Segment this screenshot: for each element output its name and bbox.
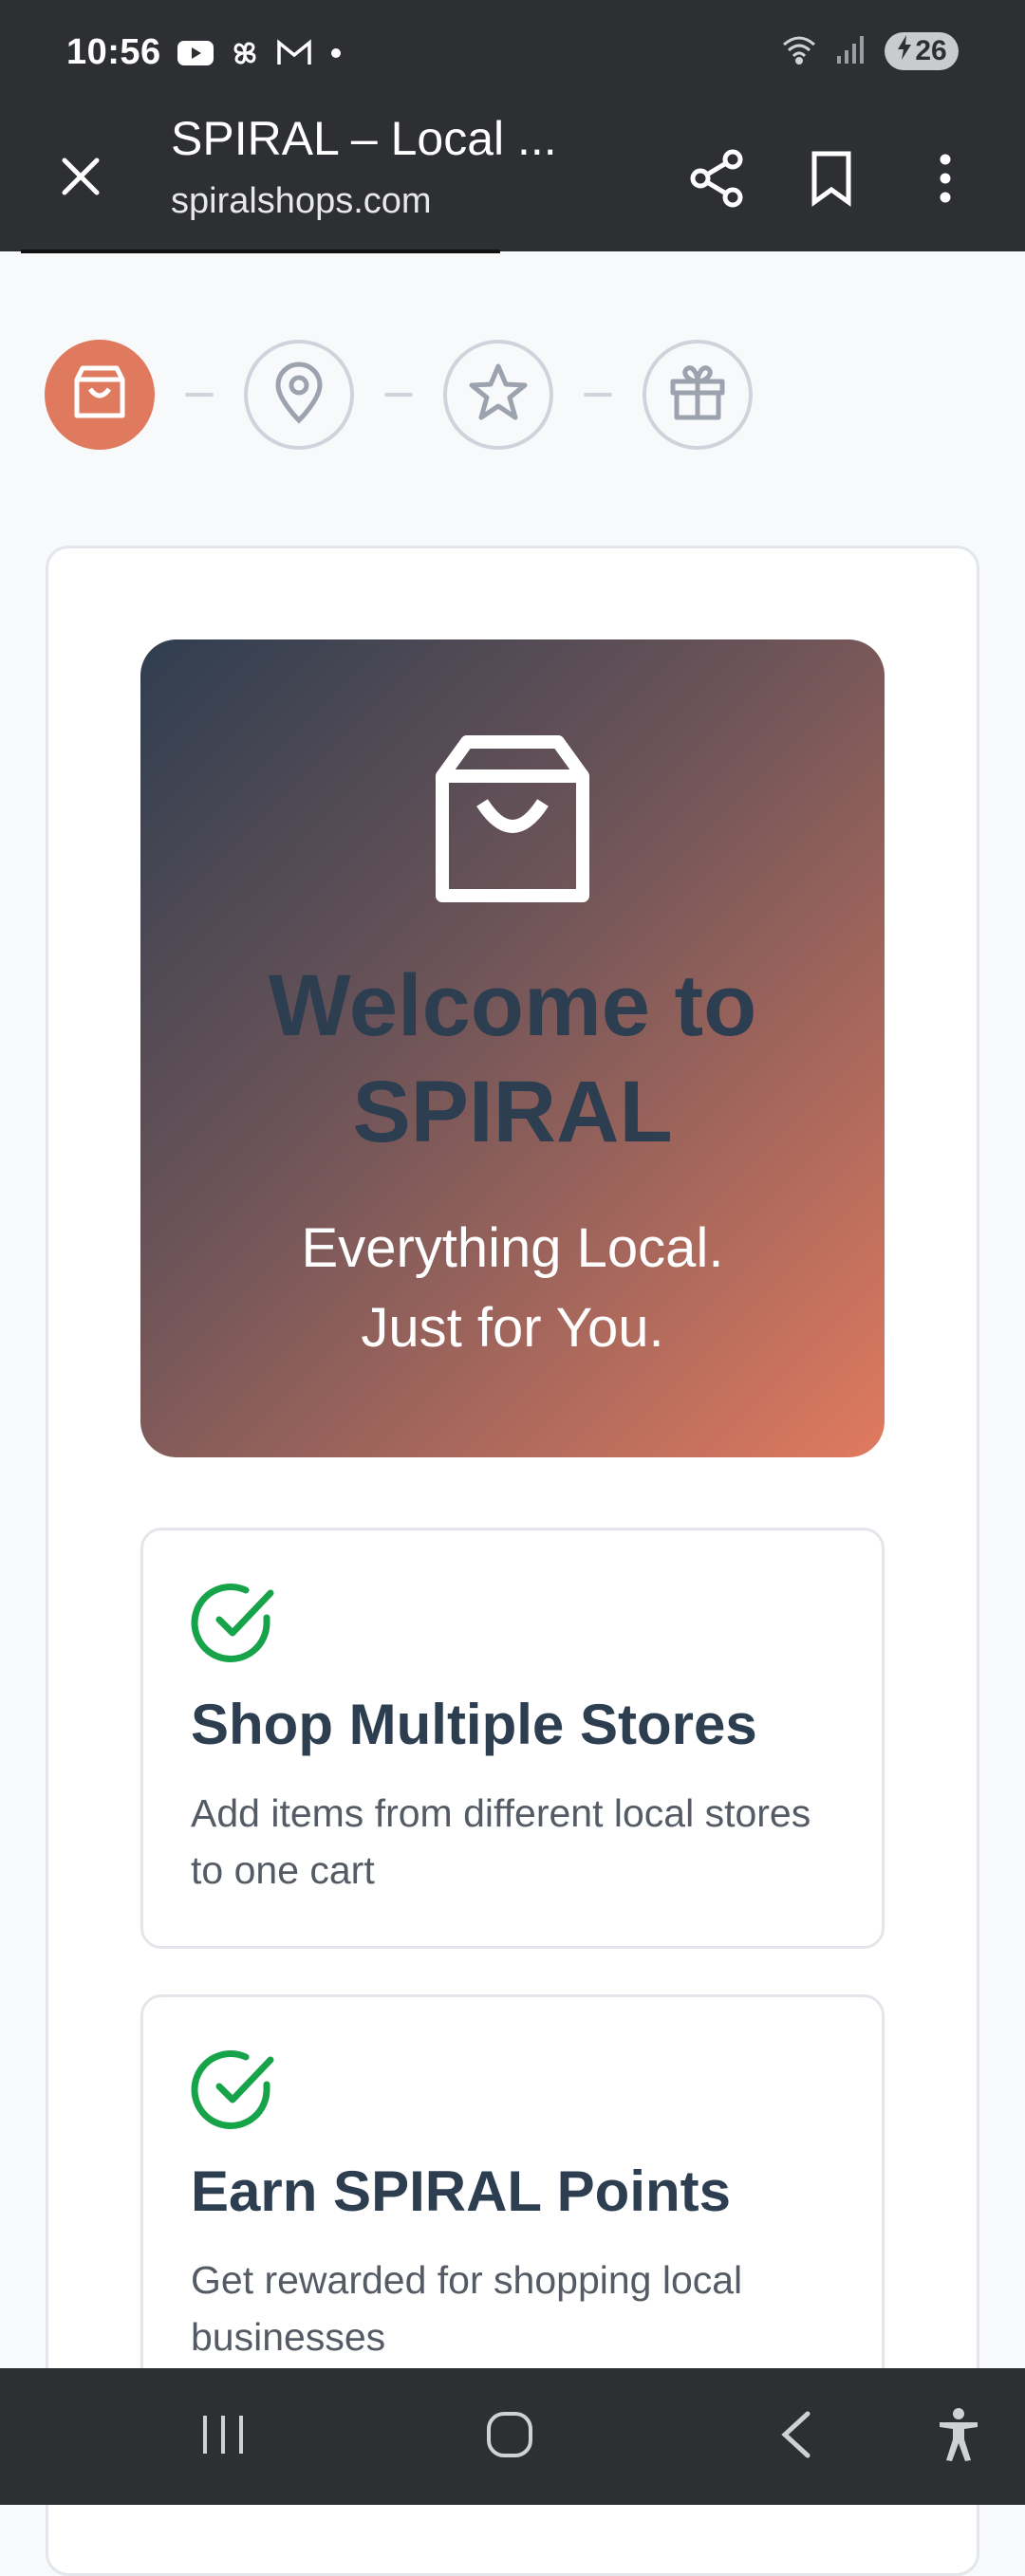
feature-card: Shop Multiple Stores Add items from diff… <box>140 1528 885 1949</box>
battery-charging-icon <box>896 34 913 68</box>
location-pin-icon <box>270 361 327 429</box>
step-rewards[interactable] <box>443 340 553 450</box>
welcome-hero: Welcome to SPIRAL Everything Local. Just… <box>140 639 885 1457</box>
feature-description: Add items from different local stores to… <box>191 1791 811 1892</box>
pinwheel-icon <box>228 36 262 75</box>
step-location[interactable] <box>244 340 354 450</box>
youtube-icon <box>177 39 214 72</box>
home-button[interactable] <box>467 2397 552 2476</box>
hero-subtitle: Everything Local. Just for You. <box>140 1209 885 1368</box>
status-bar: 10:56 26 <box>0 0 1025 109</box>
wifi-icon <box>780 33 818 70</box>
signal-icon <box>835 33 867 70</box>
step-separator <box>185 393 214 397</box>
bookmark-icon <box>810 150 853 212</box>
more-options-icon <box>936 152 955 210</box>
gift-icon <box>667 362 728 428</box>
feature-title: Shop Multiple Stores <box>191 1693 757 1756</box>
step-separator <box>384 393 413 397</box>
feature-card: Earn SPIRAL Points Get rewarded for shop… <box>140 1994 885 2416</box>
star-icon <box>467 362 530 428</box>
page-url: spiralshops.com <box>171 181 432 221</box>
page-title: SPIRAL – Local ... <box>171 112 557 165</box>
home-icon <box>485 2410 534 2464</box>
notification-icons <box>177 36 345 75</box>
shopping-bag-icon <box>433 734 592 905</box>
close-icon <box>59 155 102 203</box>
recent-apps-icon <box>199 2414 247 2460</box>
back-icon <box>777 2410 815 2464</box>
hero-title: Welcome to SPIRAL <box>140 953 885 1165</box>
feature-description: Get rewarded for shopping local business… <box>191 2258 743 2359</box>
check-circle-icon <box>191 2047 278 2134</box>
step-shop[interactable] <box>45 340 155 450</box>
hero-title-line1: Welcome to <box>268 957 757 1054</box>
status-time: 10:56 <box>66 32 161 72</box>
back-button[interactable] <box>754 2397 839 2476</box>
more-options-button[interactable] <box>907 138 983 223</box>
battery-indicator: 26 <box>885 32 959 70</box>
page-load-progress <box>21 250 500 253</box>
close-tab-button[interactable] <box>47 145 114 212</box>
gmail-icon <box>275 38 313 73</box>
notification-dot-icon <box>326 44 345 67</box>
custom-tab-toolbar: SPIRAL – Local ... spiralshops.com <box>0 109 1025 251</box>
shopping-bag-icon <box>69 362 130 428</box>
share-icon <box>689 148 746 213</box>
hero-subtitle-line1: Everything Local. <box>301 1217 724 1279</box>
hero-title-line2: SPIRAL <box>352 1064 673 1160</box>
accessibility-button[interactable] <box>916 2397 1001 2476</box>
step-gifts[interactable] <box>643 340 753 450</box>
system-icons: 26 <box>780 32 959 70</box>
hero-subtitle-line2: Just for You. <box>361 1297 664 1359</box>
accessibility-icon <box>937 2407 980 2467</box>
check-circle-icon <box>191 1580 278 1667</box>
step-separator <box>584 393 612 397</box>
bookmark-button[interactable] <box>793 138 869 223</box>
share-button[interactable] <box>680 138 755 223</box>
onboarding-steps <box>45 340 753 450</box>
feature-title: Earn SPIRAL Points <box>191 2159 732 2223</box>
battery-level: 26 <box>915 35 947 66</box>
recent-apps-button[interactable] <box>180 2397 266 2476</box>
system-navigation-bar <box>0 2368 1025 2505</box>
